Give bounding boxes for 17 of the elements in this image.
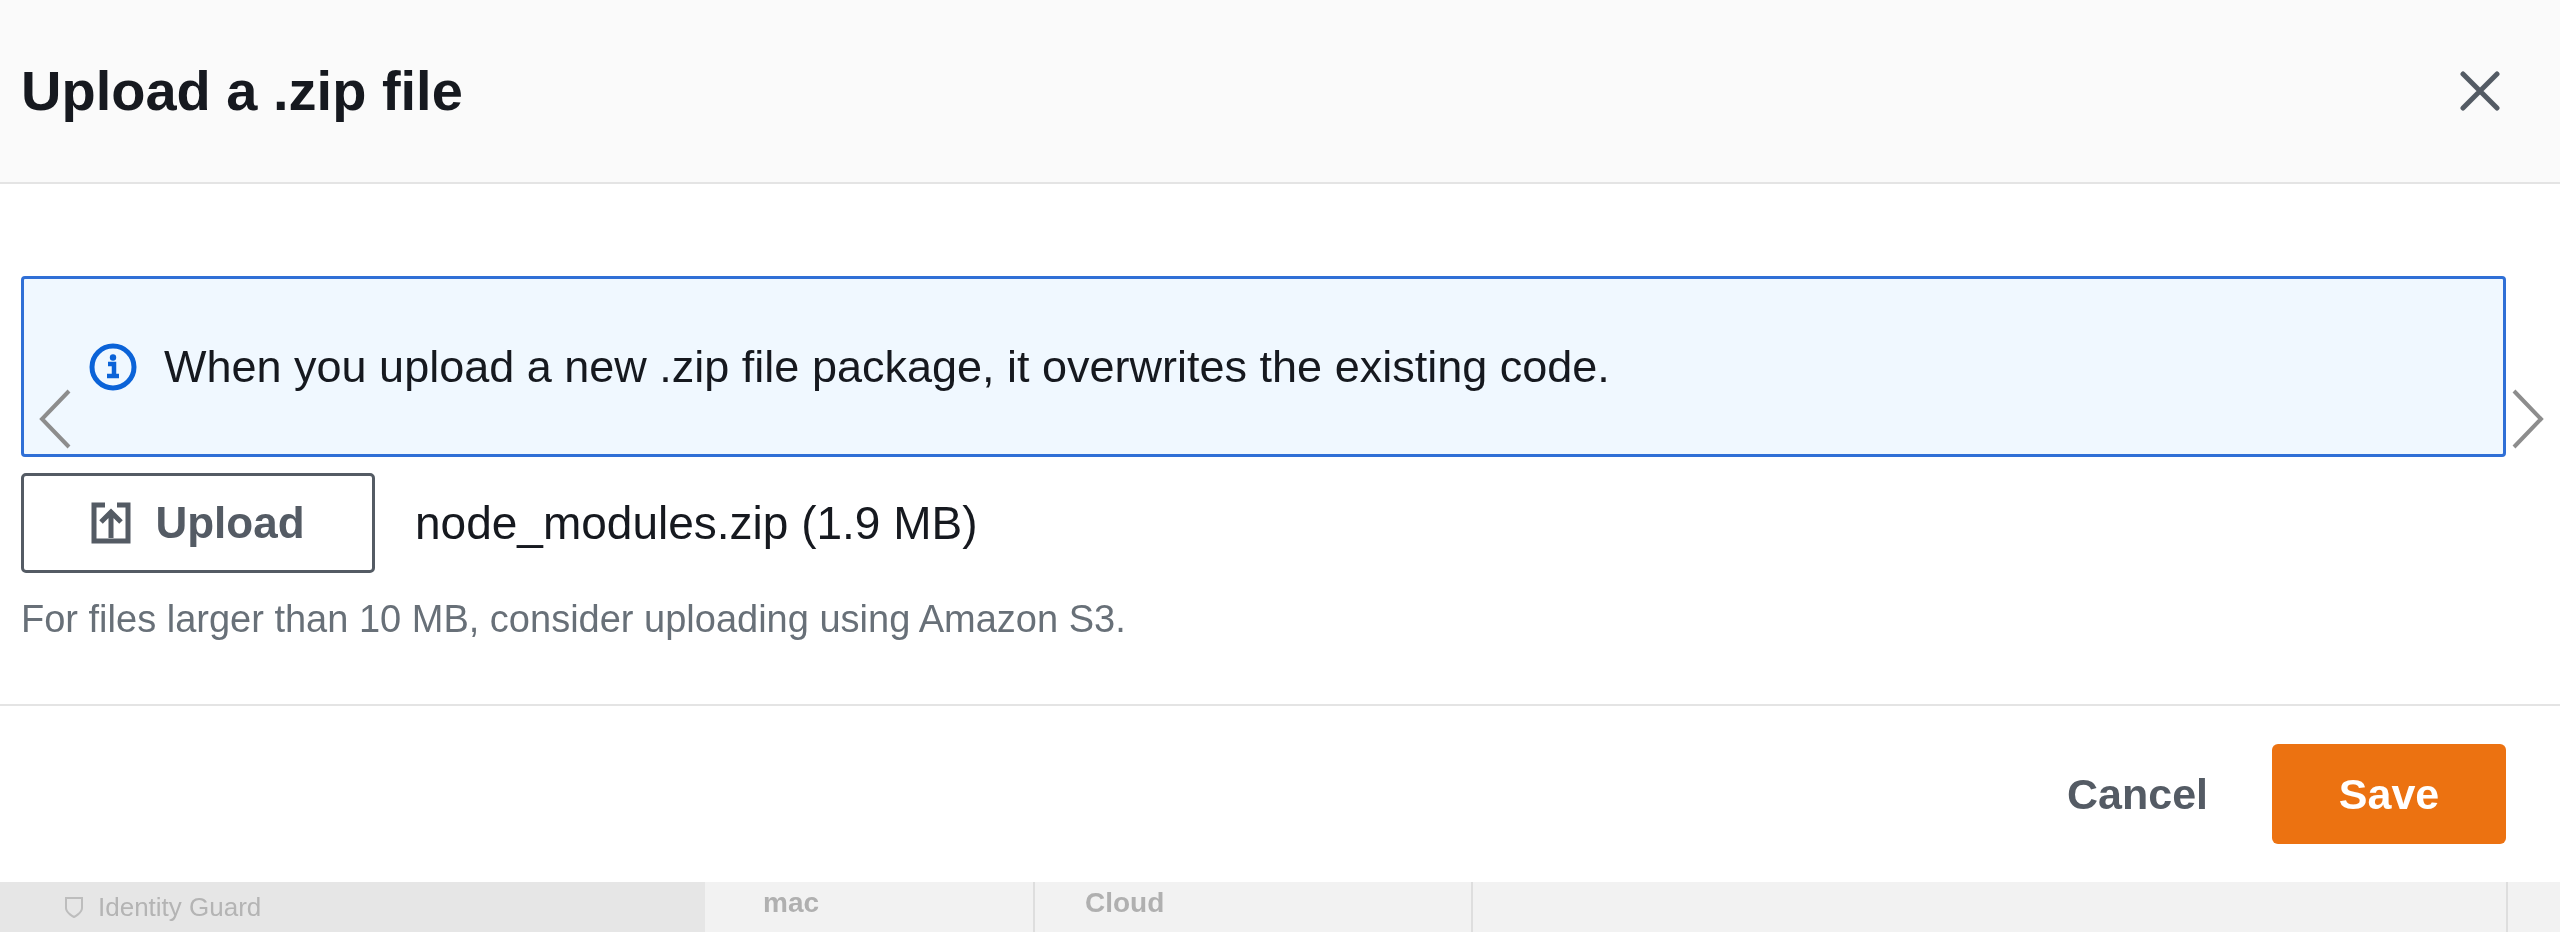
cancel-button[interactable]: Cancel [2031,744,2244,844]
file-name: node_modules.zip (1.9 MB) [415,495,978,551]
chevron-right-icon [2510,388,2546,450]
close-icon [2460,71,2500,111]
shield-icon [64,896,84,918]
upload-button[interactable]: Upload [21,473,375,573]
upload-hint: For files larger than 10 MB, consider uploading using Amazon S3. [21,597,1126,642]
table-cell-text: Cloud [1085,886,1165,920]
chevron-left-icon [37,388,73,450]
next-arrow[interactable] [2510,388,2546,450]
previous-arrow[interactable] [37,388,73,450]
close-button[interactable] [2458,69,2502,113]
table-cell-text: mac [763,886,820,920]
alert-message: When you upload a new .zip file package, it overwrites the existing code. [164,339,1610,394]
upload-icon [91,502,132,544]
info-icon [88,341,138,392]
modal-title: Upload a .zip file [21,58,463,124]
